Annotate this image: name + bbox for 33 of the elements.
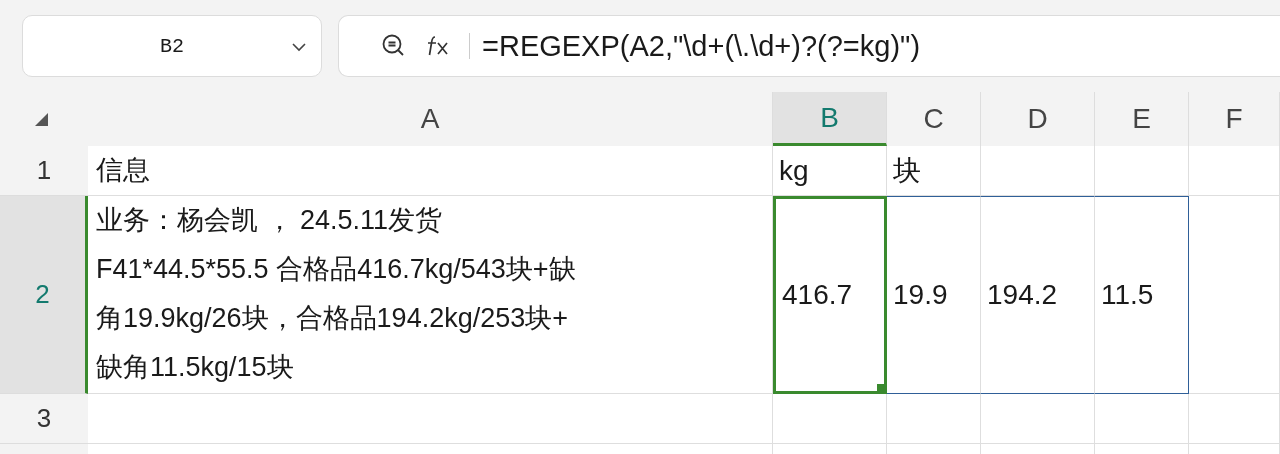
table-cell[interactable] — [88, 394, 773, 444]
table-cell[interactable] — [887, 444, 981, 454]
chevron-down-icon[interactable] — [291, 42, 307, 52]
table-cell[interactable] — [981, 394, 1095, 444]
table-cell[interactable] — [981, 146, 1095, 196]
table-cell[interactable]: 194.2 — [981, 196, 1095, 394]
table-cell[interactable] — [773, 394, 887, 444]
cell-reference: B2 — [160, 34, 184, 58]
table-cell[interactable] — [1189, 444, 1280, 454]
table-cell[interactable] — [773, 444, 887, 454]
table-cell[interactable] — [1189, 196, 1280, 394]
table-cell[interactable] — [981, 444, 1095, 454]
table-cell[interactable]: 块 — [887, 146, 981, 196]
table-cell[interactable] — [1095, 394, 1189, 444]
formula-bar[interactable]: =REGEXP(A2,"\d+(\.\d+)?(?=kg)") — [338, 15, 1280, 77]
name-box[interactable]: B2 — [22, 15, 322, 77]
column-header[interactable]: B — [773, 92, 887, 146]
table-cell[interactable] — [1095, 146, 1189, 196]
table-cell[interactable]: 19.9 — [887, 196, 981, 394]
table-cell[interactable] — [1189, 394, 1280, 444]
table-cell[interactable]: kg — [773, 146, 887, 196]
table-cell[interactable] — [1189, 146, 1280, 196]
table-cell[interactable] — [887, 394, 981, 444]
table-cell[interactable]: 416.7 — [773, 196, 887, 394]
table-cell[interactable]: 11.5 — [1095, 196, 1189, 394]
table-cell[interactable]: 信息 — [88, 146, 773, 196]
function-icon[interactable] — [425, 34, 451, 58]
formula-text: =REGEXP(A2,"\d+(\.\d+)?(?=kg)") — [482, 29, 921, 63]
table-cell[interactable] — [88, 444, 773, 454]
select-all-icon[interactable] — [33, 111, 49, 127]
table-cell[interactable] — [1095, 444, 1189, 454]
row-header[interactable]: 2 — [0, 196, 88, 394]
table-cell[interactable]: 业务：杨会凯 ， 24.5.11发货 F41*44.5*55.5 合格品416.7kg/543块+缺 角19.9kg/26块，合格品194.2kg/253块+ 缺角11.5kg/15块 — [88, 196, 773, 394]
